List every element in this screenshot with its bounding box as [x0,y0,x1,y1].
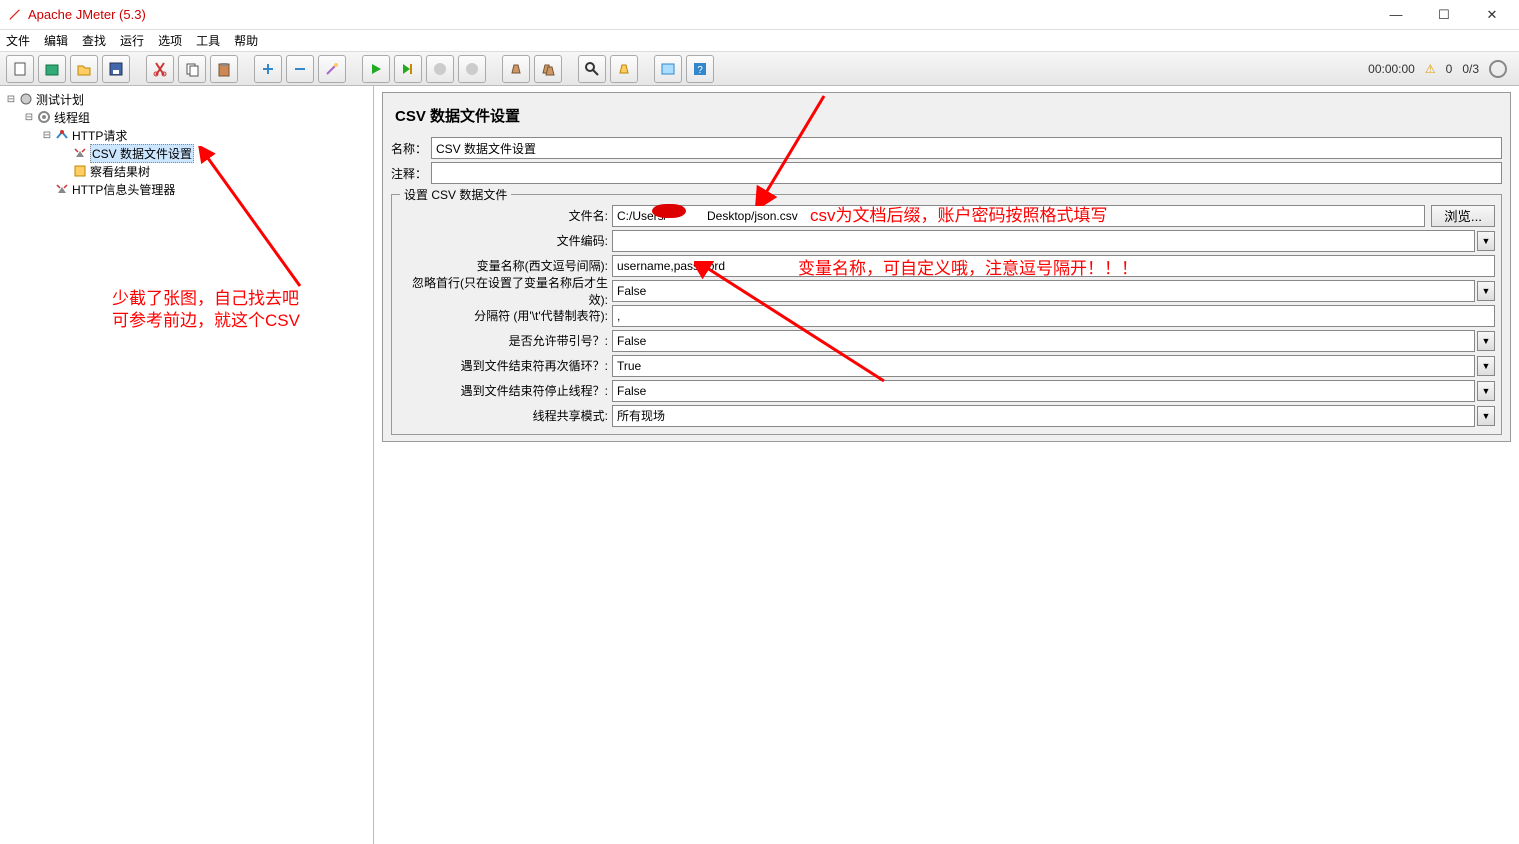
filename-label: 文件名: [398,207,612,224]
add-button[interactable] [254,55,282,83]
tree-header-manager[interactable]: HTTP信息头管理器 [2,180,371,198]
cut-button[interactable] [146,55,174,83]
comment-input[interactable] [431,162,1502,184]
shutdown-button[interactable] [458,55,486,83]
ignore-first-label: 忽略首行(只在设置了变量名称后才生效): [398,274,612,308]
stop-dropdown-icon[interactable]: ▼ [1477,381,1495,401]
menu-edit[interactable]: 编辑 [44,32,68,49]
error-count: 0 [1446,62,1453,76]
comment-label: 注释： [391,165,431,182]
ignore-first-combo[interactable]: False [612,280,1475,302]
name-label: 名称： [391,140,431,157]
templates-button[interactable] [38,55,66,83]
encoding-input[interactable] [612,230,1475,252]
save-button[interactable] [102,55,130,83]
tree-csv-config[interactable]: CSV 数据文件设置 [2,144,371,162]
name-input[interactable] [431,137,1502,159]
delimiter-label: 分隔符 (用'\t'代替制表符): [398,307,612,324]
delimiter-input[interactable] [612,305,1495,327]
stop-combo[interactable]: False [612,380,1475,402]
share-combo[interactable]: 所有现场 [612,405,1475,427]
varnames-input[interactable] [612,255,1495,277]
wand-button[interactable] [318,55,346,83]
warning-icon[interactable]: ⚠ [1425,62,1436,76]
new-button[interactable] [6,55,34,83]
redaction-mark [652,204,686,218]
recycle-label: 遇到文件结束符再次循环？: [398,357,612,374]
help-button[interactable]: ? [686,55,714,83]
varnames-label: 变量名称(西文逗号间隔): [398,257,612,274]
ignore-first-dropdown-icon[interactable]: ▼ [1477,281,1495,301]
tree-test-plan[interactable]: ⊟ 测试计划 [2,90,371,108]
panel-title: CSV 数据文件设置 [391,99,1502,134]
function-helper-button[interactable] [654,55,682,83]
remove-button[interactable] [286,55,314,83]
menu-options[interactable]: 选项 [158,32,182,49]
paste-button[interactable] [210,55,238,83]
allow-quote-combo[interactable]: False [612,330,1475,352]
globe-icon [1489,60,1507,78]
test-plan-tree[interactable]: ⊟ 测试计划 ⊟ 线程组 ⊟ HTTP请求 CSV 数据文件设置 察看结果树 [0,86,374,844]
encoding-dropdown-icon[interactable]: ▼ [1477,231,1495,251]
clear-all-button[interactable] [534,55,562,83]
thread-count: 0/3 [1462,62,1479,76]
svg-text:?: ? [697,65,703,76]
allow-quote-dropdown-icon[interactable]: ▼ [1477,331,1495,351]
copy-button[interactable] [178,55,206,83]
tree-thread-group[interactable]: ⊟ 线程组 [2,108,371,126]
recycle-dropdown-icon[interactable]: ▼ [1477,356,1495,376]
menu-help[interactable]: 帮助 [234,32,258,49]
share-label: 线程共享模式: [398,407,612,424]
window-title: Apache JMeter (5.3) [28,7,1381,22]
menu-tools[interactable]: 工具 [196,32,220,49]
minimize-button[interactable]: — [1381,5,1411,25]
menu-file[interactable]: 文件 [6,32,30,49]
reset-search-button[interactable] [610,55,638,83]
close-button[interactable]: ✕ [1477,5,1507,25]
run-button[interactable] [362,55,390,83]
csv-settings-fieldset: 设置 CSV 数据文件 文件名: 浏览... 文件编码: ▼ 变量名称(西文逗号… [391,194,1502,435]
recycle-combo[interactable]: True [612,355,1475,377]
share-dropdown-icon[interactable]: ▼ [1477,406,1495,426]
open-button[interactable] [70,55,98,83]
filename-input[interactable] [612,205,1425,227]
search-button[interactable] [578,55,606,83]
tree-http-request[interactable]: ⊟ HTTP请求 [2,126,371,144]
elapsed-time: 00:00:00 [1368,62,1415,76]
fieldset-legend: 设置 CSV 数据文件 [400,186,511,203]
stop-button[interactable] [426,55,454,83]
clear-button[interactable] [502,55,530,83]
browse-button[interactable]: 浏览... [1431,205,1495,227]
menu-run[interactable]: 运行 [120,32,144,49]
menubar: 文件 编辑 查找 运行 选项 工具 帮助 [0,30,1519,52]
toolbar: ? 00:00:00 ⚠ 0 0/3 [0,52,1519,86]
app-icon [8,8,22,22]
tree-result-tree[interactable]: 察看结果树 [2,162,371,180]
config-panel: CSV 数据文件设置 名称： 注释： 设置 CSV 数据文件 文件名: 浏览..… [382,92,1511,442]
allow-quote-label: 是否允许带引号？: [398,332,612,349]
encoding-label: 文件编码: [398,232,612,249]
maximize-button[interactable]: ☐ [1429,5,1459,25]
titlebar: Apache JMeter (5.3) — ☐ ✕ [0,0,1519,30]
stop-label: 遇到文件结束符停止线程？: [398,382,612,399]
run-no-pause-button[interactable] [394,55,422,83]
annotation-tree-note: 少截了张图，自己找去吧 可参考前边，就这个CSV [112,288,300,332]
menu-search[interactable]: 查找 [82,32,106,49]
